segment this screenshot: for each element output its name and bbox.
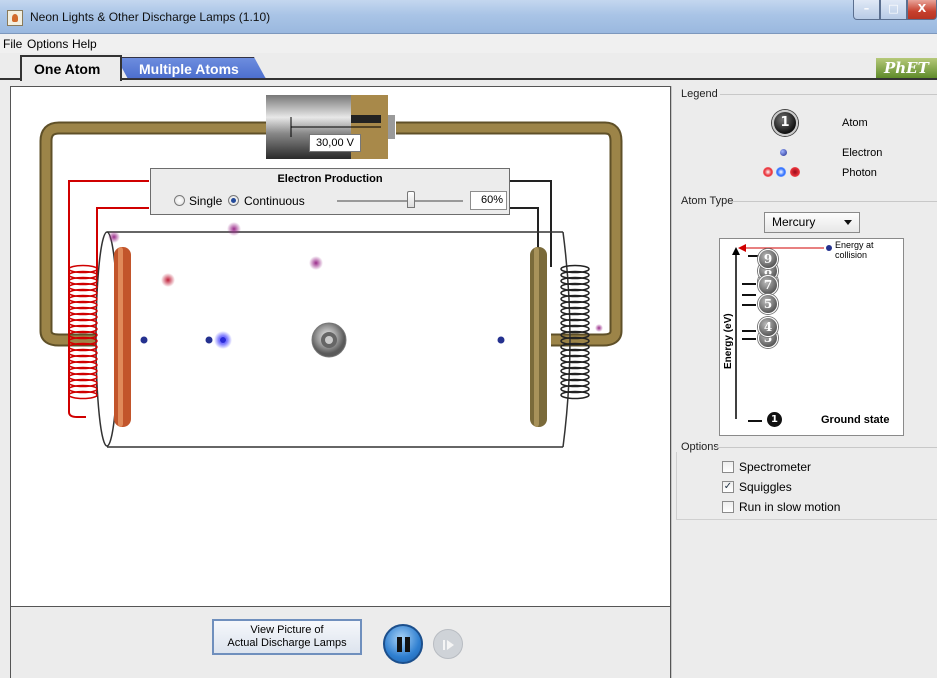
window-title: Neon Lights & Other Discharge Lamps (1.1… (30, 10, 271, 24)
photon-red-legend-icon (763, 167, 773, 177)
electron (205, 336, 213, 344)
window-titlebar: Neon Lights & Other Discharge Lamps (1.1… (0, 0, 937, 34)
tab-one-atom[interactable]: One Atom (20, 55, 122, 81)
rate-slider-track[interactable] (337, 200, 463, 202)
rate-slider-thumb[interactable] (407, 191, 415, 208)
menu-options[interactable]: Options (27, 37, 68, 51)
spectrometer-checkbox[interactable] (722, 461, 734, 473)
legend-title: Legend (681, 88, 718, 100)
atom-type-title: Atom Type (681, 195, 734, 207)
java-app-icon (7, 10, 23, 26)
electron-production-title: Electron Production (277, 173, 383, 185)
energy-axis-label: Energy (eV) (723, 313, 734, 369)
menu-help[interactable]: Help (72, 37, 97, 51)
options-box: Spectrometer ✓ Squiggles Run in slow mot… (676, 452, 937, 520)
control-panel: Legend 1 Atom Electron Photon Atom Type … (671, 86, 937, 678)
slow-motion-checkbox[interactable] (722, 501, 734, 513)
photon-purple (309, 256, 323, 270)
tab-bar: Multiple Atoms One Atom (0, 53, 937, 81)
energy-level-diagram: Energy (eV) Energy at collision 6 8 9 7 … (719, 238, 904, 436)
level-7-icon: 7 (758, 275, 778, 295)
level-4-icon: 4 (758, 317, 778, 337)
view-picture-line1: View Picture of (250, 624, 324, 636)
rate-percent-field[interactable]: 60% (470, 191, 507, 210)
slow-motion-label: Run in slow motion (739, 500, 841, 514)
menu-file[interactable]: File (3, 37, 22, 51)
continuous-label: Continuous (244, 194, 305, 208)
atom-type-select[interactable]: Mercury (764, 212, 860, 233)
collision-label: Energy at collision (835, 240, 874, 260)
left-coil (68, 264, 98, 400)
electron-legend-icon (780, 149, 787, 156)
view-picture-button[interactable]: View Picture of Actual Discharge Lamps (212, 619, 362, 655)
view-picture-line2: Actual Discharge Lamps (227, 637, 347, 649)
atom-legend-icon: 1 (772, 110, 798, 136)
electron (140, 336, 148, 344)
photon-star-legend-icon (790, 167, 800, 177)
spectrometer-label: Spectrometer (739, 460, 812, 474)
close-button[interactable]: X (907, 0, 937, 20)
photon-blue-legend-icon (776, 167, 786, 177)
ground-state-label: Ground state (821, 414, 890, 426)
photon-purple (108, 231, 120, 243)
electron (497, 336, 505, 344)
minimize-button[interactable]: – (853, 0, 880, 20)
menu-bar: File Options Help (0, 34, 937, 53)
simulation-canvas: 30,00 V Electron Production Single Conti… (10, 86, 671, 607)
squiggles-checkbox[interactable]: ✓ (722, 481, 734, 493)
maximize-button[interactable]: □ (880, 0, 907, 20)
chevron-down-icon (844, 220, 852, 225)
phet-logo: PhET (876, 58, 937, 78)
step-button[interactable] (433, 629, 463, 659)
squiggles-label: Squiggles (739, 480, 792, 494)
legend-photon-label: Photon (842, 167, 877, 179)
level-9-icon: 9 (758, 249, 778, 269)
playback-strip: View Picture of Actual Discharge Lamps (10, 607, 671, 678)
single-label: Single (189, 194, 223, 208)
mercury-atom (311, 322, 347, 358)
tab-multiple-atoms[interactable]: Multiple Atoms (116, 57, 266, 79)
legend-atom-label: Atom (842, 117, 868, 129)
legend-electron-label: Electron (842, 147, 883, 159)
photon-red (161, 273, 175, 287)
pause-button[interactable] (383, 624, 423, 664)
right-coil (560, 264, 590, 400)
ground-level-icon: 1 (767, 412, 782, 427)
atom-type-value: Mercury (772, 215, 816, 229)
level-5-icon: 5 (758, 294, 778, 314)
discharge-lamp-scene (39, 95, 623, 448)
continuous-radio[interactable] (228, 195, 239, 206)
voltage-readout[interactable]: 30,00 V (309, 134, 361, 152)
single-radio[interactable] (174, 195, 185, 206)
electron-production-panel: Electron Production Single Continuous 60… (150, 168, 510, 215)
photon-purple (227, 222, 241, 236)
